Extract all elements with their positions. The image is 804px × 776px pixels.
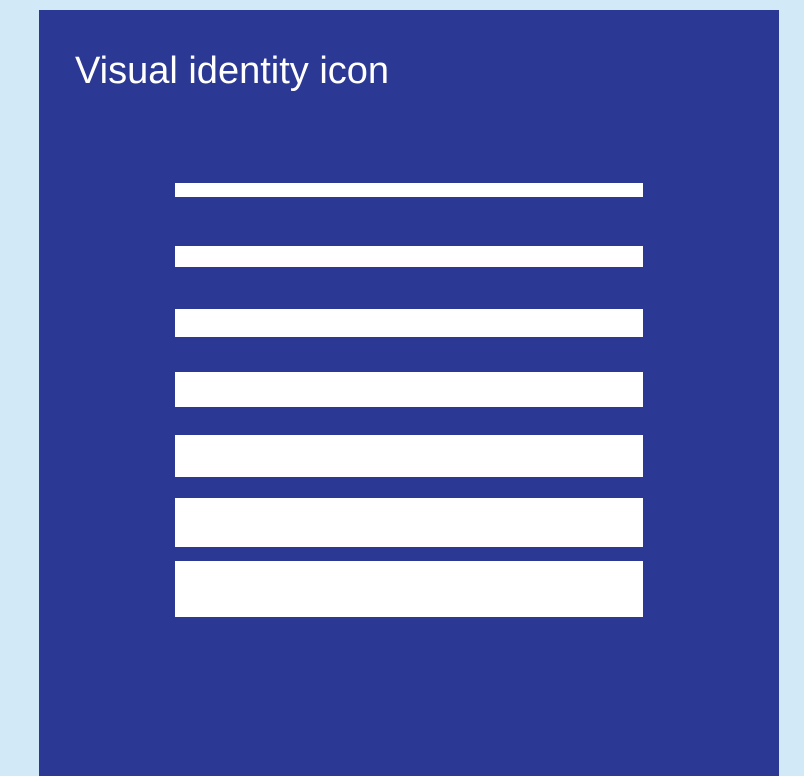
icon-bar: [175, 372, 643, 407]
stacked-bars-icon: [175, 10, 643, 776]
icon-bar: [175, 498, 643, 547]
icon-bar: [175, 246, 643, 267]
icon-bar: [175, 561, 643, 617]
icon-bar: [175, 309, 643, 337]
identity-card: Visual identity icon: [39, 10, 779, 776]
icon-bar: [175, 183, 643, 197]
icon-bar: [175, 435, 643, 477]
